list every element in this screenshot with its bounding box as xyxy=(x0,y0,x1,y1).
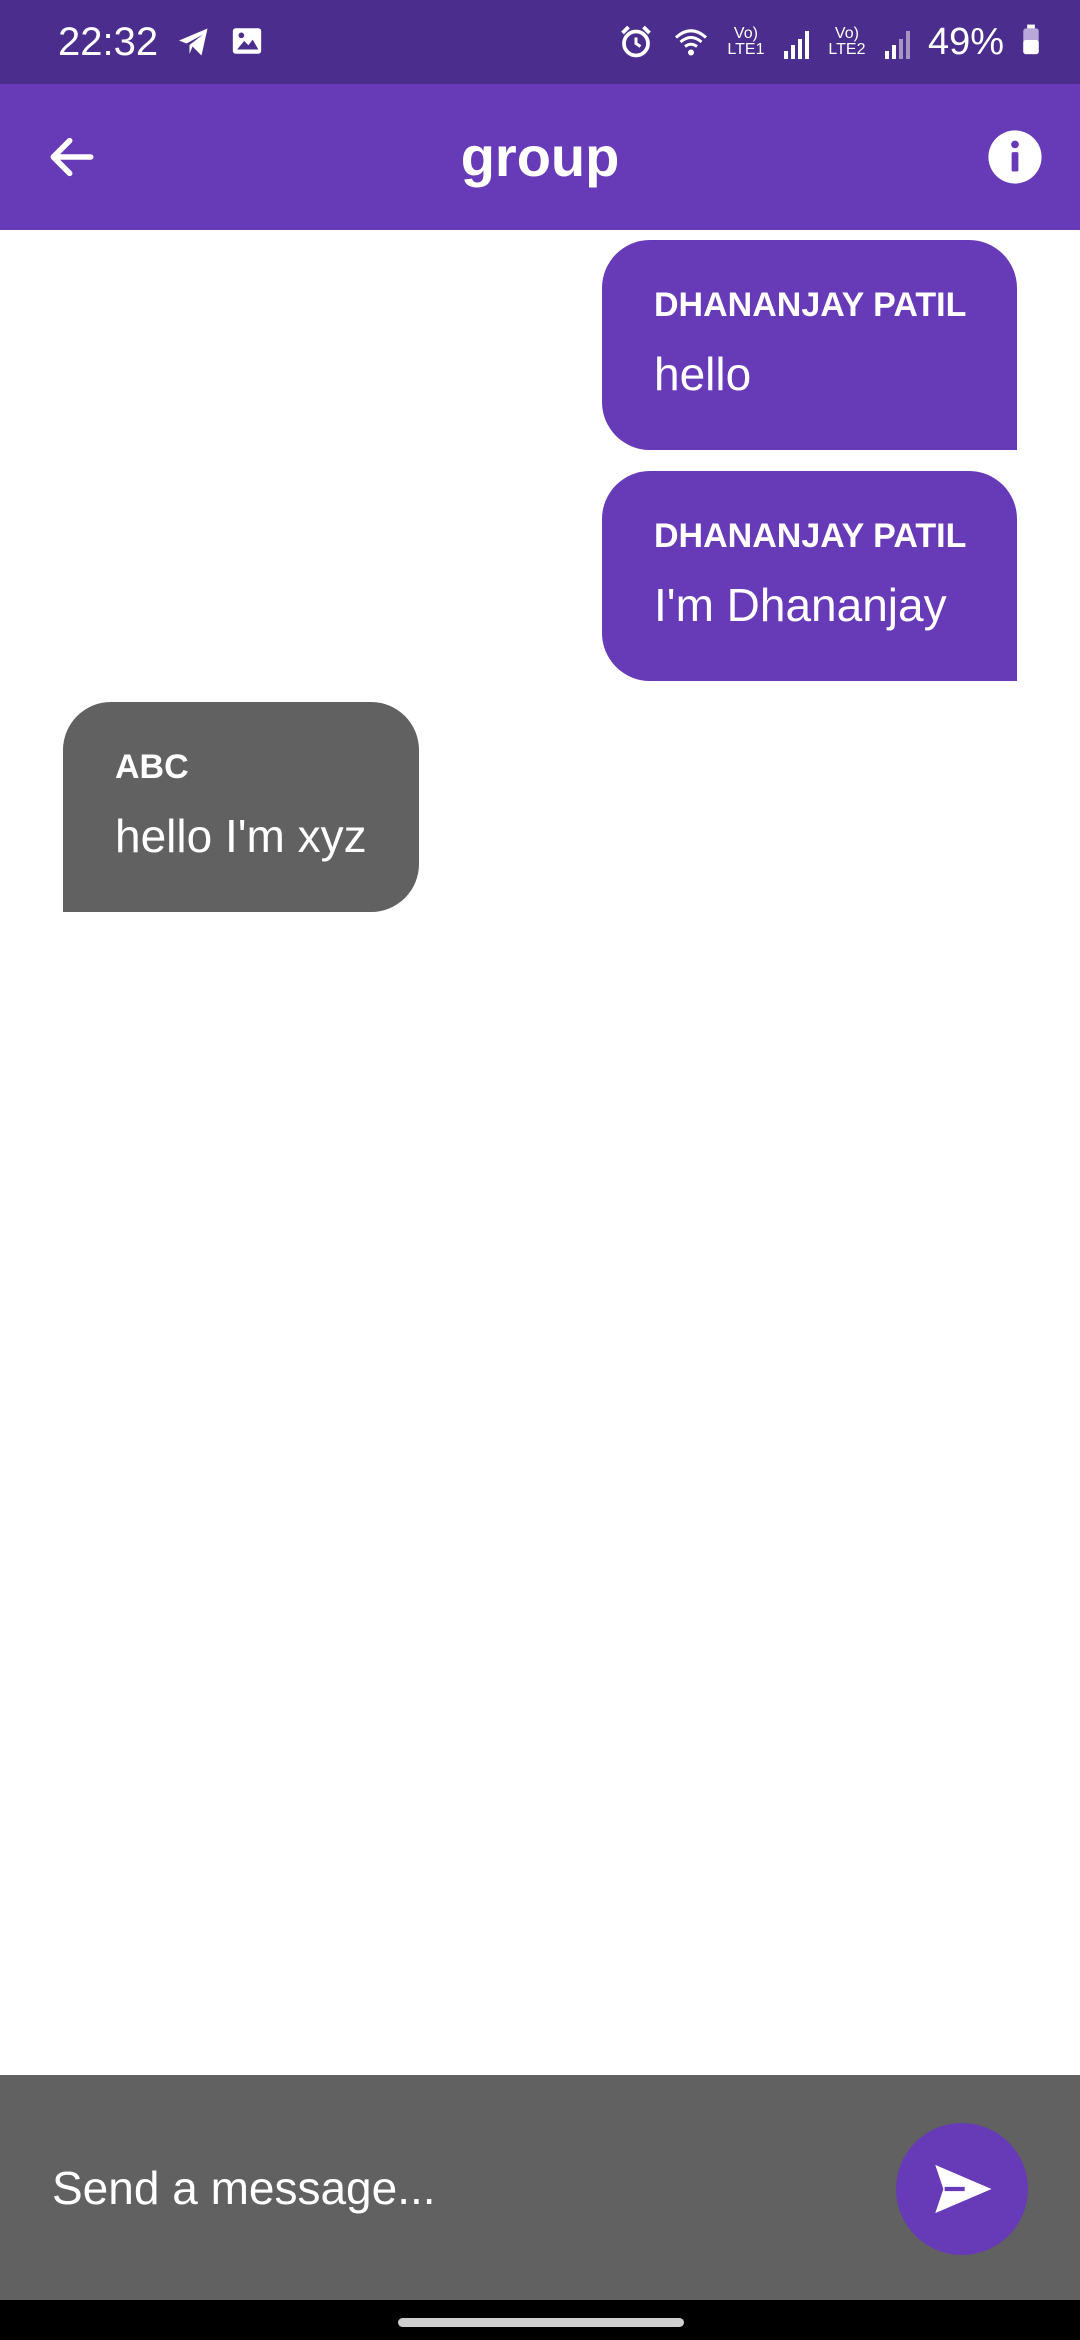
home-indicator[interactable] xyxy=(398,2318,684,2327)
message-sender: DHANANJAY PATIL xyxy=(654,517,967,555)
app-bar: group xyxy=(0,84,1080,230)
telegram-icon xyxy=(176,24,212,60)
info-button[interactable] xyxy=(986,128,1044,186)
sim2-label: Vo) LTE2 xyxy=(828,25,866,58)
status-right: Vo) LTE1 Vo) LTE2 49% xyxy=(618,21,1040,64)
message-composer xyxy=(0,2075,1080,2300)
message-bubble-incoming[interactable]: ABC hello I'm xyz xyxy=(63,702,419,912)
status-left: 22:32 xyxy=(58,20,266,65)
message-sender: ABC xyxy=(115,748,189,786)
send-icon xyxy=(935,2165,992,2213)
alarm-icon xyxy=(618,24,654,60)
gallery-icon xyxy=(230,24,266,60)
message-bubble-outgoing[interactable]: DHANANJAY PATIL I'm Dhananjay xyxy=(602,471,1017,681)
message-text: I'm Dhananjay xyxy=(654,579,947,631)
message-text: hello I'm xyz xyxy=(115,810,367,862)
send-button[interactable] xyxy=(896,2123,1028,2255)
message-text: hello xyxy=(654,348,752,400)
battery-icon xyxy=(1022,23,1040,62)
signal-icon-2 xyxy=(884,25,910,59)
system-nav-bar xyxy=(0,2300,1080,2340)
status-time: 22:32 xyxy=(58,19,159,64)
message-sender: DHANANJAY PATIL xyxy=(654,286,967,324)
sim1-label: Vo) LTE1 xyxy=(727,25,765,58)
page-title: group xyxy=(460,125,620,188)
signal-icon xyxy=(783,25,809,59)
info-icon xyxy=(988,130,1042,184)
status-bar: 22:32 Vo) LTE1 Vo) LTE2 49% xyxy=(0,0,1080,84)
message-input[interactable] xyxy=(52,2153,872,2223)
message-bubble-outgoing[interactable]: DHANANJAY PATIL hello xyxy=(602,240,1017,450)
battery-percent: 49% xyxy=(927,20,1004,63)
wifi-icon xyxy=(672,24,708,60)
